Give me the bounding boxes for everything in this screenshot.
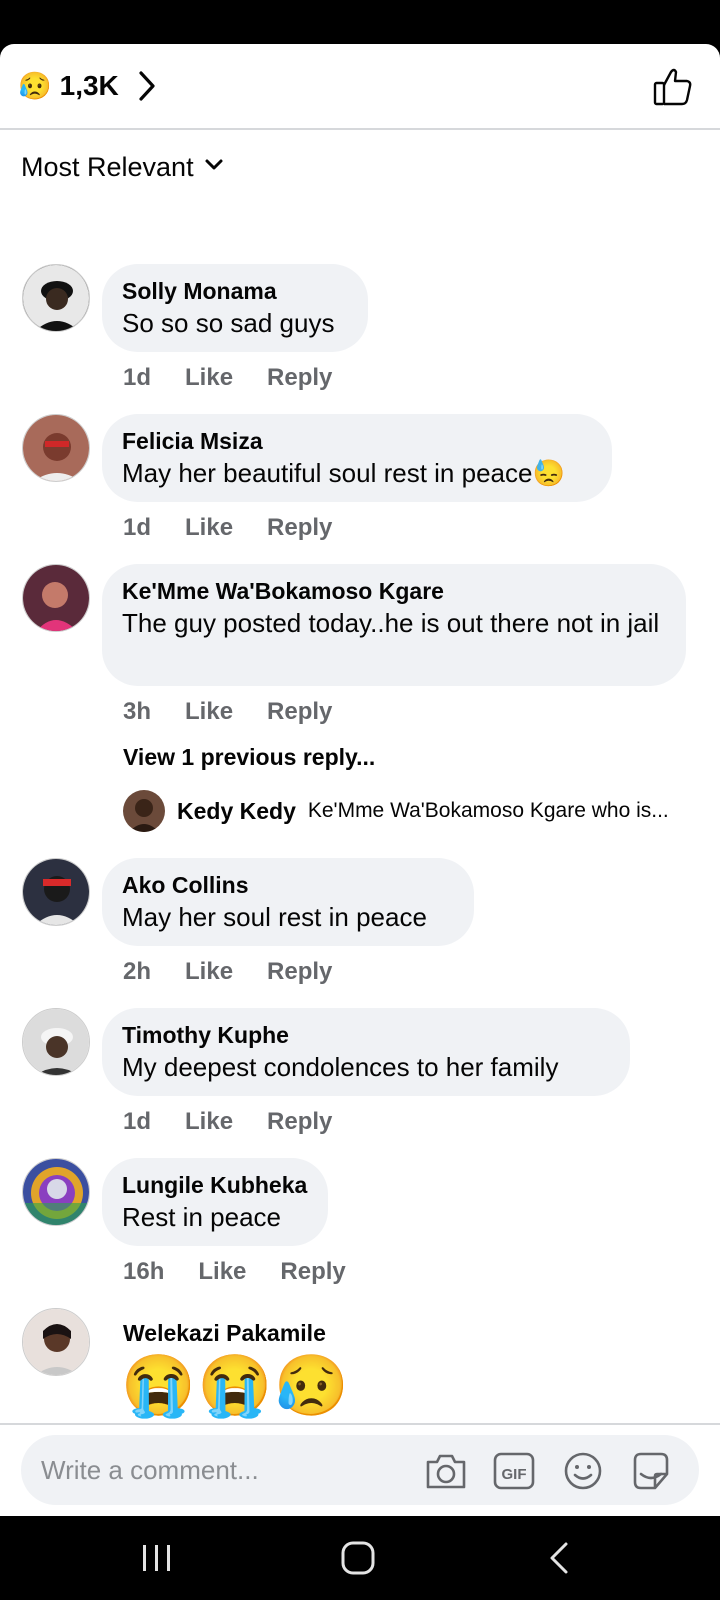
- sort-label: Most Relevant: [21, 152, 194, 182]
- sort-dropdown[interactable]: Most Relevant: [21, 152, 224, 183]
- system-navigation-bar: [0, 1516, 720, 1600]
- comment-actions: 2h Like Reply: [123, 958, 332, 986]
- comment-time[interactable]: 1d: [123, 1108, 151, 1136]
- comment-bubble[interactable]: Ke'Mme Wa'Bokamoso Kgare The guy posted …: [102, 564, 686, 686]
- comment-author[interactable]: Ako Collins: [122, 870, 454, 900]
- camera-icon[interactable]: [424, 1450, 468, 1492]
- avatar[interactable]: [22, 414, 90, 482]
- reply-preview[interactable]: Kedy Kedy Ke'Mme Wa'Bokamoso Kgare who i…: [123, 790, 703, 832]
- avatar[interactable]: [22, 1308, 90, 1376]
- avatar[interactable]: [22, 264, 90, 332]
- avatar[interactable]: [22, 1158, 90, 1226]
- comment-author[interactable]: Lungile Kubheka: [122, 1170, 308, 1200]
- comment-bubble[interactable]: Solly Monama So so so sad guys: [102, 264, 368, 352]
- comment-actions: 1d Like Reply: [123, 364, 332, 392]
- comment-input[interactable]: [41, 1435, 421, 1505]
- comment-time[interactable]: 1d: [123, 364, 151, 392]
- comment-text: May her soul rest in peace: [122, 902, 427, 932]
- comment-actions: 1d Like Reply: [123, 1108, 332, 1136]
- like-button[interactable]: Like: [198, 1258, 246, 1286]
- reaction-summary[interactable]: 😥 1,3K: [18, 66, 161, 106]
- chevron-right-icon[interactable]: [133, 66, 161, 106]
- comment-text: So so so sad guys: [122, 308, 335, 338]
- comment-emoji-text: 😭😭😥: [121, 1352, 352, 1419]
- reaction-count: 1,3K: [59, 70, 119, 101]
- comment-time[interactable]: 1d: [123, 514, 151, 542]
- comment-actions: 3h Like Reply: [123, 698, 332, 726]
- sad-reaction-icon: 😥: [18, 70, 52, 101]
- comment-author[interactable]: Felicia Msiza: [122, 426, 592, 456]
- home-icon[interactable]: [338, 1538, 378, 1578]
- comment-composer-bar: GIF: [0, 1423, 720, 1516]
- back-icon[interactable]: [540, 1538, 580, 1578]
- comment-author[interactable]: Ke'Mme Wa'Bokamoso Kgare: [122, 576, 666, 606]
- comment-author[interactable]: Timothy Kuphe: [122, 1020, 610, 1050]
- avatar[interactable]: [22, 564, 90, 632]
- comment-bubble[interactable]: Timothy Kuphe My deepest condolences to …: [102, 1008, 630, 1096]
- avatar[interactable]: [123, 790, 165, 832]
- reply-author[interactable]: Kedy Kedy: [177, 798, 296, 825]
- comment-text: Rest in peace: [122, 1202, 281, 1232]
- reply-button[interactable]: Reply: [267, 958, 332, 986]
- comment-actions: 1d Like Reply: [123, 514, 332, 542]
- avatar[interactable]: [22, 858, 90, 926]
- comment-text: The guy posted today..he is out there no…: [122, 608, 660, 638]
- comment-bubble[interactable]: Felicia Msiza May her beautiful soul res…: [102, 414, 612, 502]
- comment-text: My deepest condolences to her family: [122, 1052, 559, 1082]
- reply-text: Ke'Mme Wa'Bokamoso Kgare who is...: [307, 799, 669, 822]
- reply-button[interactable]: Reply: [267, 698, 332, 726]
- comment-time[interactable]: 3h: [123, 698, 151, 726]
- comment-bubble[interactable]: Ako Collins May her soul rest in peace: [102, 858, 474, 946]
- sticker-icon[interactable]: [629, 1450, 673, 1492]
- recents-icon[interactable]: [137, 1538, 177, 1578]
- reactions-header: 😥 1,3K: [0, 44, 720, 130]
- status-bar: [0, 0, 720, 44]
- reply-button[interactable]: Reply: [267, 514, 332, 542]
- like-button[interactable]: Like: [185, 698, 233, 726]
- emoji-icon[interactable]: [561, 1450, 605, 1492]
- comments-sheet: 😥 1,3K Most Relevant Solly Monama So so …: [0, 44, 720, 1516]
- comment-time[interactable]: 2h: [123, 958, 151, 986]
- like-button[interactable]: Like: [185, 1108, 233, 1136]
- reply-button[interactable]: Reply: [280, 1258, 345, 1286]
- gif-icon[interactable]: GIF: [492, 1450, 536, 1492]
- like-button[interactable]: Like: [185, 364, 233, 392]
- svg-text:GIF: GIF: [502, 1466, 527, 1483]
- comment-composer: GIF: [21, 1435, 699, 1505]
- like-button[interactable]: Like: [185, 958, 233, 986]
- thumbs-up-icon[interactable]: [652, 66, 694, 108]
- comment-text: May her beautiful soul rest in peace😓: [122, 458, 565, 488]
- reply-button[interactable]: Reply: [267, 1108, 332, 1136]
- view-previous-replies[interactable]: View 1 previous reply...: [123, 744, 375, 771]
- comment-author[interactable]: Welekazi Pakamile: [123, 1318, 326, 1348]
- comment-time[interactable]: 16h: [123, 1258, 164, 1286]
- comment-bubble[interactable]: Lungile Kubheka Rest in peace: [102, 1158, 328, 1246]
- comment-actions: 16h Like Reply: [123, 1258, 346, 1286]
- reply-button[interactable]: Reply: [267, 364, 332, 392]
- like-button[interactable]: Like: [185, 514, 233, 542]
- comment-author[interactable]: Solly Monama: [122, 276, 348, 306]
- chevron-down-icon: [204, 158, 224, 177]
- avatar[interactable]: [22, 1008, 90, 1076]
